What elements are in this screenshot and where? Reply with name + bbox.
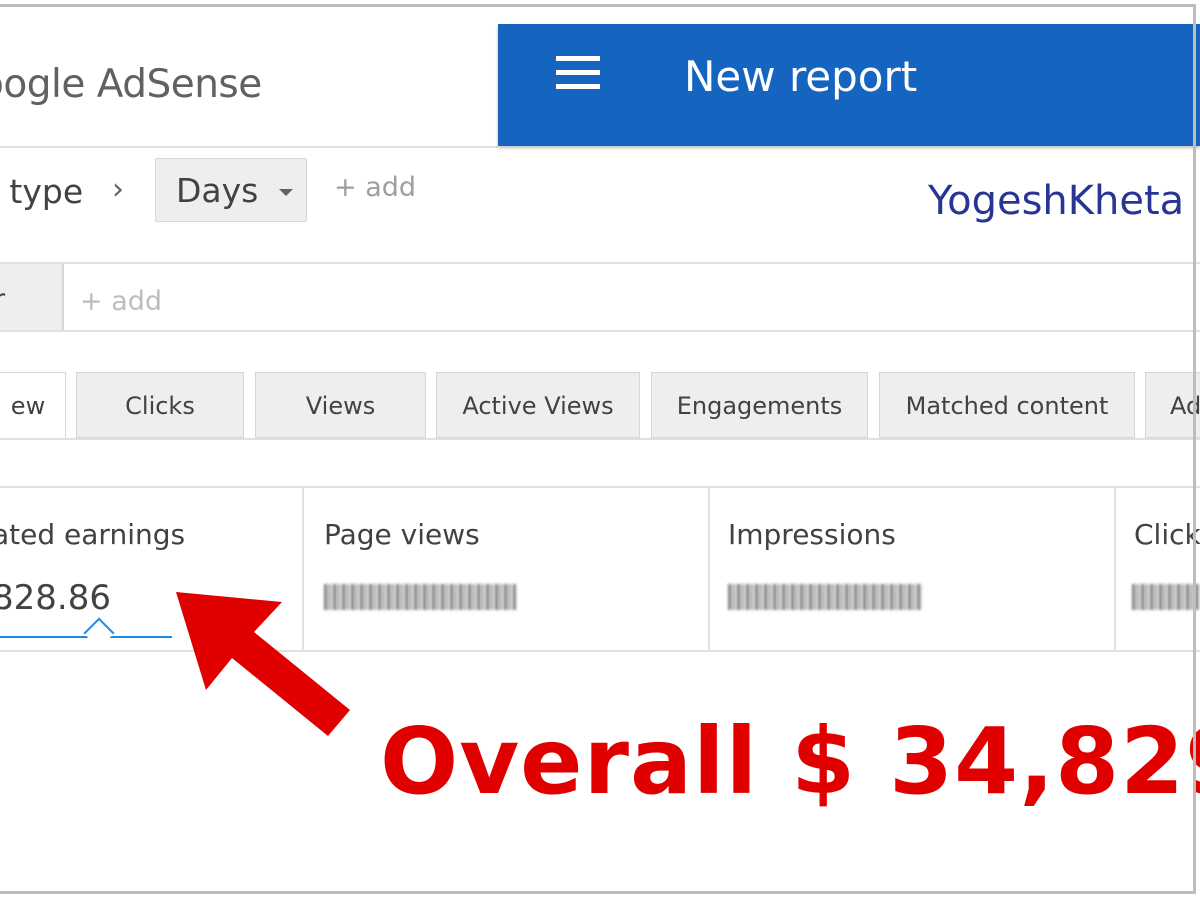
screenshot-border xyxy=(0,4,1196,894)
screenshot-frame: oogle AdSense New report t type › Days +… xyxy=(0,0,1200,900)
